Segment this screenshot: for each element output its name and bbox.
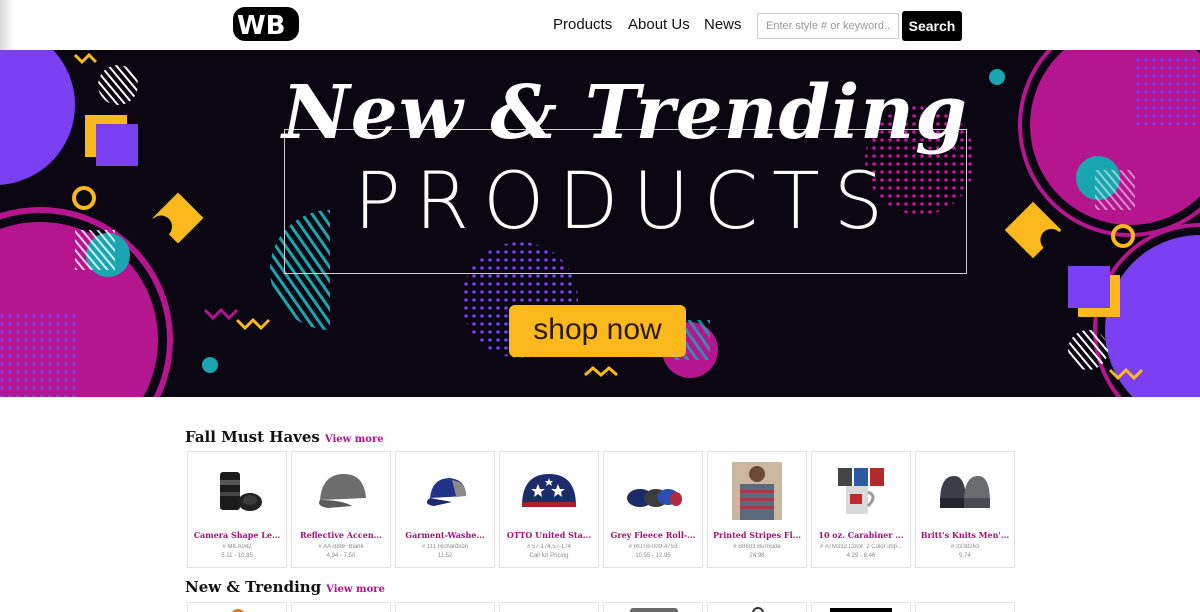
product-name: OTTO United Sta... bbox=[506, 530, 592, 540]
product-sku: # 111 Richardson bbox=[421, 544, 469, 550]
search-button[interactable]: Search bbox=[902, 11, 962, 41]
carabiner-mugs-icon bbox=[838, 468, 884, 514]
product-card[interactable] bbox=[291, 602, 391, 612]
shop-now-button[interactable]: shop now bbox=[509, 305, 686, 357]
product-card[interactable]: 10 oz. Carabiner ... # ATM332 Color: 2 C… bbox=[811, 451, 911, 568]
product-thumb-partial bbox=[830, 608, 892, 612]
product-card[interactable] bbox=[811, 602, 911, 612]
product-card[interactable] bbox=[707, 602, 807, 612]
product-thumb-partial bbox=[752, 607, 764, 612]
knit-beanies-icon bbox=[940, 476, 990, 508]
nav-news[interactable]: News bbox=[704, 16, 742, 33]
product-price: 4.29 - 8.46 bbox=[846, 553, 876, 559]
view-more-link[interactable]: View more bbox=[325, 434, 384, 445]
product-card[interactable]: Camera Shape Le... # MILA042 5.11 - 10.8… bbox=[187, 451, 287, 568]
product-card[interactable]: Britt's Knits Men'... # 2338263 9.74 bbox=[915, 451, 1015, 568]
gray-cap-icon bbox=[319, 474, 366, 508]
product-thumb-partial bbox=[630, 608, 678, 612]
product-name: Garment-Washe... bbox=[405, 530, 485, 540]
section-title-text: Fall Must Haves bbox=[185, 428, 320, 446]
logo-text: WB bbox=[237, 11, 286, 41]
banner-products-title: PRODUCTS bbox=[353, 157, 898, 247]
striped-flannel-shirt-icon bbox=[732, 462, 782, 520]
product-sku: # B8603 Burnside bbox=[733, 544, 781, 550]
product-sku: # ATM332 Color: 2 Color imp... bbox=[820, 544, 902, 550]
wb-logo[interactable]: WB bbox=[233, 6, 301, 42]
product-card[interactable]: Grey Fleece Roll-... # RUTB-009-4753 10.… bbox=[603, 451, 703, 568]
site-header: WB Products About Us News Search bbox=[0, 0, 1200, 50]
product-card[interactable] bbox=[499, 602, 599, 612]
product-row bbox=[187, 602, 1015, 612]
product-row: Camera Shape Le... # MILA042 5.11 - 10.8… bbox=[187, 451, 1015, 568]
section-title-new-trending: New & Trending View more bbox=[185, 578, 385, 596]
product-price: 4.94 - 7.50 bbox=[326, 553, 356, 559]
product-price: 24.98 bbox=[749, 553, 765, 559]
product-sku: # MILA042 bbox=[222, 544, 252, 550]
product-price: 5.11 - 10.85 bbox=[221, 553, 253, 559]
product-price: 11.52 bbox=[437, 553, 453, 559]
product-sku: # RUTB-009-4753 bbox=[628, 544, 678, 550]
product-price: 10.55 - 12.95 bbox=[635, 553, 671, 559]
product-name: Britt's Knits Men'... bbox=[920, 530, 1010, 540]
stars-flag-cap-icon bbox=[522, 474, 576, 507]
product-name: Reflective Accen... bbox=[300, 530, 382, 540]
nav-about-us[interactable]: About Us bbox=[628, 16, 690, 33]
product-card[interactable]: OTTO United Sta... # 57-174,57-174 Call … bbox=[499, 451, 599, 568]
section-title-fall: Fall Must Haves View more bbox=[185, 428, 384, 446]
product-price: 9.74 bbox=[959, 553, 971, 559]
nav-products[interactable]: Products bbox=[553, 16, 612, 33]
product-card[interactable]: Reflective Accen... # AA-888F Blank 4.94… bbox=[291, 451, 391, 568]
product-card[interactable] bbox=[395, 602, 495, 612]
product-price: Call for Pricing bbox=[529, 553, 569, 559]
search-input[interactable] bbox=[757, 13, 899, 39]
product-card[interactable] bbox=[915, 602, 1015, 612]
product-name: Grey Fleece Roll-... bbox=[610, 530, 696, 540]
product-sku: # AA-888F Blank bbox=[318, 544, 364, 550]
product-name: Printed Stripes Fl... bbox=[712, 530, 802, 540]
banner-script-title: New & Trending bbox=[282, 70, 968, 156]
product-card[interactable] bbox=[603, 602, 703, 612]
product-name: 10 oz. Carabiner ... bbox=[818, 530, 904, 540]
hero-banner[interactable]: New & Trending PRODUCTS shop now bbox=[0, 50, 1200, 397]
duffel-bags-icon bbox=[627, 489, 682, 507]
product-card[interactable] bbox=[187, 602, 287, 612]
blue-trucker-cap-icon bbox=[426, 478, 466, 506]
product-sku: # 2338263 bbox=[950, 544, 980, 550]
camera-lens-mug-icon bbox=[220, 472, 262, 511]
page: WB Products About Us News Search bbox=[0, 0, 1200, 612]
view-more-link[interactable]: View more bbox=[326, 584, 385, 595]
edge-shadow bbox=[0, 0, 14, 50]
product-name: Camera Shape Le... bbox=[193, 530, 281, 540]
product-card[interactable]: Garment-Washe... # 111 Richardson 11.52 bbox=[395, 451, 495, 568]
product-card[interactable]: Printed Stripes Fl... # B8603 Burnside 2… bbox=[707, 451, 807, 568]
product-sku: # 57-174,57-174 bbox=[526, 544, 572, 550]
section-title-text: New & Trending bbox=[185, 578, 322, 596]
